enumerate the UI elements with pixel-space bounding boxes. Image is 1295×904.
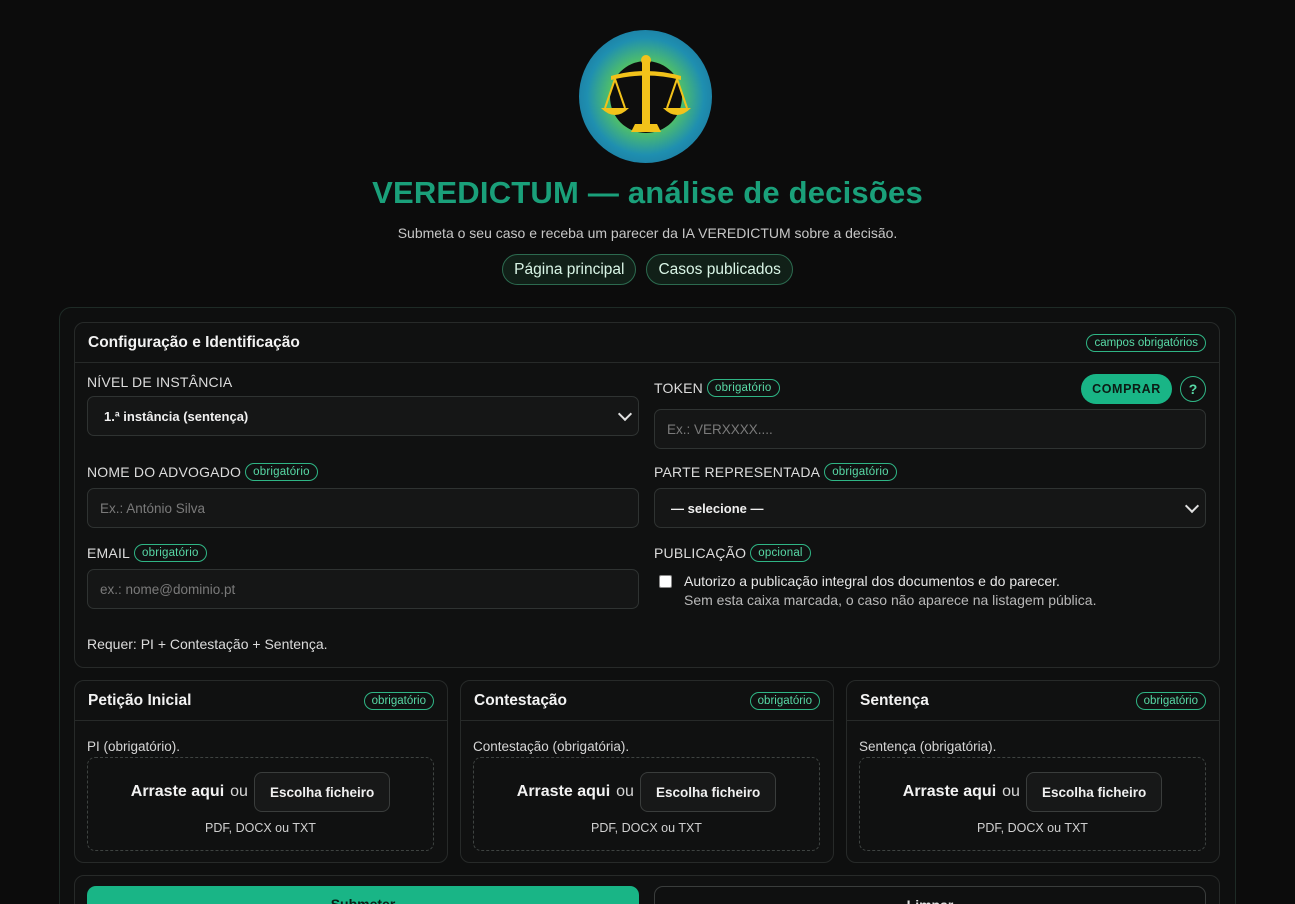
required-badge: obrigatório <box>824 463 897 481</box>
required-badge: obrigatório <box>749 691 820 710</box>
publication-label: PUBLICAÇÃO opcional <box>654 544 811 562</box>
choose-file-button[interactable]: Escolha ficheiro <box>253 772 391 812</box>
document-card-header: Petição Inicial obrigatório <box>75 681 447 721</box>
file-drop-zone[interactable]: Arraste aqui ou Escolha ficheiro PDF, DO… <box>859 757 1206 851</box>
document-description: Sentença (obrigatória). <box>859 739 997 754</box>
accepted-formats: PDF, DOCX ou TXT <box>977 821 1088 835</box>
clear-button[interactable]: Limpar <box>654 886 1206 904</box>
document-card-title: Petição Inicial <box>88 691 192 709</box>
nav-published-cases-link[interactable]: Casos publicados <box>646 254 793 285</box>
publication-label-text: PUBLICAÇÃO <box>654 545 747 561</box>
instance-label: NÍVEL DE INSTÂNCIA <box>87 374 232 390</box>
lawyer-name-input[interactable]: Ex.: António Silva <box>87 488 639 528</box>
document-description: PI (obrigatório). <box>87 739 181 754</box>
document-description: Contestação (obrigatória). <box>473 739 630 754</box>
document-card-contestation: Contestação obrigatório Contestação (obr… <box>460 680 834 863</box>
party-label: PARTE REPRESENTADA obrigatório <box>654 463 897 481</box>
drop-zone-row: Arraste aqui ou Escolha ficheiro <box>860 772 1205 812</box>
scales-of-justice-icon <box>600 54 691 133</box>
drag-here-text: Arraste aqui <box>130 783 225 800</box>
required-badge: obrigatório <box>134 544 207 562</box>
party-select-value: — selecione — <box>671 500 764 516</box>
email-field[interactable]: ex.: nome@dominio.pt <box>87 569 639 609</box>
publication-consent-text: Autorizo a publicação integral dos docum… <box>684 572 1096 610</box>
or-text: ou <box>1002 783 1020 800</box>
submit-button[interactable]: Submeter <box>87 886 639 904</box>
buy-token-button[interactable]: COMPRAR <box>1081 374 1172 404</box>
instance-select-value: 1.ª instância (sentença) <box>104 408 249 424</box>
email-label-text: EMAIL <box>87 545 131 561</box>
page-subtitle: Submeta o seu caso e receba um parecer d… <box>397 225 898 241</box>
document-card-title: Sentença <box>860 691 929 709</box>
logo <box>579 30 712 163</box>
party-label-text: PARTE REPRESENTADA <box>654 464 821 480</box>
required-badge: obrigatório <box>363 691 434 710</box>
instance-select[interactable]: 1.ª instância (sentença) <box>87 396 639 436</box>
top-nav: Página principal Casos publicados <box>0 254 1295 285</box>
required-badge: obrigatório <box>1135 691 1206 710</box>
file-drop-zone[interactable]: Arraste aqui ou Escolha ficheiro PDF, DO… <box>473 757 820 851</box>
required-badge: obrigatório <box>245 463 318 481</box>
config-card-title: Configuração e Identificação <box>88 333 300 351</box>
accepted-formats: PDF, DOCX ou TXT <box>205 821 316 835</box>
drop-zone-row: Arraste aqui ou Escolha ficheiro <box>474 772 819 812</box>
instance-label-text: NÍVEL DE INSTÂNCIA <box>87 374 233 390</box>
drop-zone-row: Arraste aqui ou Escolha ficheiro <box>88 772 433 812</box>
chevron-down-icon <box>1184 498 1200 513</box>
accepted-formats: PDF, DOCX ou TXT <box>591 821 702 835</box>
token-input[interactable]: Ex.: VERXXXX.... <box>654 409 1206 449</box>
token-label: TOKEN obrigatório <box>654 379 780 397</box>
chevron-down-icon <box>617 406 633 421</box>
required-fields-badge: campos obrigatórios <box>1086 333 1206 352</box>
consent-text-line1: Autorizo a publicação integral dos docum… <box>684 573 1060 589</box>
requirements-note: Requer: PI + Contestação + Sentença. <box>87 636 328 652</box>
token-label-text: TOKEN <box>654 380 703 396</box>
nav-home-link[interactable]: Página principal <box>502 254 637 285</box>
consent-text-line2: Sem esta caixa marcada, o caso não apare… <box>684 592 1097 608</box>
drag-here-text: Arraste aqui <box>516 783 611 800</box>
or-text: ou <box>230 783 248 800</box>
document-card-sentence: Sentença obrigatório Sentença (obrigatór… <box>846 680 1220 863</box>
lawyer-label: NOME DO ADVOGADO obrigatório <box>87 463 318 481</box>
help-icon[interactable]: ? <box>1180 376 1206 402</box>
email-label: EMAIL obrigatório <box>87 544 207 562</box>
required-badge: obrigatório <box>706 379 780 397</box>
party-select[interactable]: — selecione — <box>654 488 1206 528</box>
document-card-petition: Petição Inicial obrigatório PI (obrigató… <box>74 680 448 863</box>
choose-file-button[interactable]: Escolha ficheiro <box>639 772 777 812</box>
or-text: ou <box>616 783 634 800</box>
page-title: VEREDICTUM — análise de decisões <box>372 175 923 210</box>
document-card-header: Contestação obrigatório <box>461 681 833 721</box>
publication-checkbox[interactable] <box>659 575 672 588</box>
drag-here-text: Arraste aqui <box>902 783 997 800</box>
document-card-header: Sentença obrigatório <box>847 681 1219 721</box>
file-drop-zone[interactable]: Arraste aqui ou Escolha ficheiro PDF, DO… <box>87 757 434 851</box>
config-card-header: Configuração e Identificação campos obri… <box>75 323 1219 363</box>
document-card-title: Contestação <box>474 691 568 709</box>
lawyer-label-text: NOME DO ADVOGADO <box>87 464 242 480</box>
choose-file-button[interactable]: Escolha ficheiro <box>1025 772 1163 812</box>
optional-badge: opcional <box>750 544 811 562</box>
